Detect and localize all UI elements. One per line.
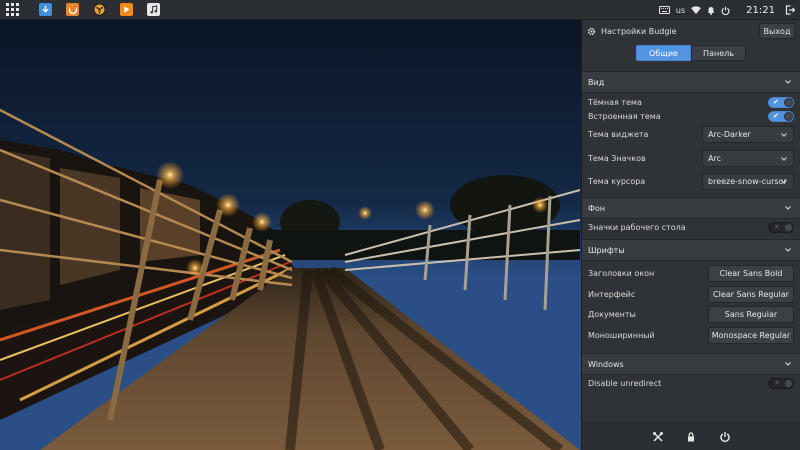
builtin-theme-label: Встроенная тема — [588, 111, 661, 121]
widget-theme-select[interactable]: Arc-Darker — [702, 125, 794, 143]
exit-button[interactable]: Выход — [759, 23, 795, 39]
icon-theme-row: Тема Значков Arc — [588, 149, 794, 167]
download-manager-icon[interactable] — [39, 3, 52, 16]
desktop-icons-switch[interactable]: ✕ — [768, 221, 794, 233]
chevron-down-icon — [785, 248, 791, 252]
disable-unredirect-label: Disable unredirect — [588, 378, 662, 388]
section-windows-title: Windows — [588, 359, 624, 369]
notification-bell-icon[interactable] — [707, 6, 715, 15]
gear-icon — [587, 27, 596, 35]
interface-font-button[interactable]: Clear Sans Regular — [708, 285, 794, 303]
desktop-icons-label: Значки рабочего стола — [588, 222, 686, 232]
dark-theme-switch[interactable]: ✔ — [768, 96, 794, 108]
settings-title: Настройки Budgie — [601, 26, 677, 36]
music-player-icon[interactable] — [147, 3, 160, 16]
check-icon: ✔ — [773, 97, 779, 106]
chevron-down-icon — [781, 156, 787, 161]
wifi-icon[interactable] — [691, 6, 702, 14]
chevron-down-icon — [781, 132, 787, 137]
power-icon[interactable] — [719, 431, 731, 443]
icon-theme-select[interactable]: Arc — [702, 149, 794, 167]
tools-icon[interactable] — [652, 431, 664, 443]
settings-tabs: Общие Панель — [582, 45, 800, 61]
x-icon: ✕ — [774, 222, 780, 231]
power-icon[interactable] — [721, 6, 730, 15]
desktop-icons-row: Значки рабочего стола ✕ — [588, 219, 794, 235]
firefox-icon[interactable] — [66, 3, 79, 16]
documents-font-button[interactable]: Sans Regular — [708, 305, 794, 323]
interface-font-row: Интерфейс Clear Sans Regular — [588, 285, 794, 303]
dark-theme-label: Тёмная тема — [588, 97, 642, 107]
clock[interactable]: 21:21 — [746, 5, 775, 16]
section-view-title: Вид — [588, 77, 605, 87]
chevron-down-icon — [785, 80, 791, 84]
disable-unredirect-row: Disable unredirect ✕ — [588, 375, 794, 391]
section-fonts-title: Шрифты — [588, 245, 625, 255]
cursor-theme-value: breeze-snow-cursor — [708, 176, 787, 186]
video-player-icon[interactable] — [120, 3, 133, 16]
tab-general[interactable]: Общие — [636, 45, 691, 61]
section-windows-header[interactable]: Windows — [582, 353, 800, 375]
documents-font-row: Документы Sans Regular — [588, 305, 794, 323]
lock-icon[interactable] — [685, 431, 697, 443]
tab-panel[interactable]: Панель — [691, 45, 746, 61]
widget-theme-value: Arc-Darker — [708, 129, 751, 139]
section-view-header[interactable]: Вид — [582, 71, 800, 93]
top-panel: us 21:21 — [0, 0, 800, 20]
builtin-theme-row: Встроенная тема ✔ — [588, 108, 794, 124]
app-menu-icon[interactable] — [6, 3, 19, 16]
monospace-font-button[interactable]: Monospace Regular — [708, 326, 794, 344]
widget-theme-row: Тема виджета Arc-Darker — [588, 125, 794, 143]
cursor-theme-select[interactable]: breeze-snow-cursor — [702, 172, 794, 190]
cursor-theme-row: Тема курсора breeze-snow-cursor — [588, 172, 794, 190]
keyboard-layout[interactable]: us — [676, 6, 685, 15]
chevron-down-icon — [781, 179, 787, 184]
x-icon: ✕ — [774, 378, 780, 387]
monospace-font-row: Моноширинный Monospace Regular — [588, 326, 794, 344]
keyboard-icon[interactable] — [658, 6, 670, 14]
builtin-theme-switch[interactable]: ✔ — [768, 110, 794, 122]
settings-header: Настройки Budgie Выход — [582, 20, 800, 42]
budgie-settings-panel: Настройки Budgie Выход Общие Панель Вид … — [581, 20, 800, 450]
window-titles-font-button[interactable]: Clear Sans Bold — [708, 264, 794, 282]
section-background-title: Фон — [588, 203, 606, 213]
settings-footer — [582, 422, 800, 450]
disable-unredirect-switch[interactable]: ✕ — [768, 377, 794, 389]
media-player-icon[interactable] — [93, 3, 106, 16]
chevron-down-icon — [785, 362, 791, 366]
section-fonts-header[interactable]: Шрифты — [582, 239, 800, 261]
chevron-down-icon — [785, 206, 791, 210]
icon-theme-value: Arc — [708, 153, 721, 163]
system-tray: us 21:21 — [658, 0, 800, 20]
section-background-header[interactable]: Фон — [582, 197, 800, 219]
check-icon: ✔ — [773, 111, 779, 120]
raven-toggle-icon[interactable] — [785, 5, 795, 15]
window-titles-font-row: Заголовки окон Clear Sans Bold — [588, 264, 794, 282]
